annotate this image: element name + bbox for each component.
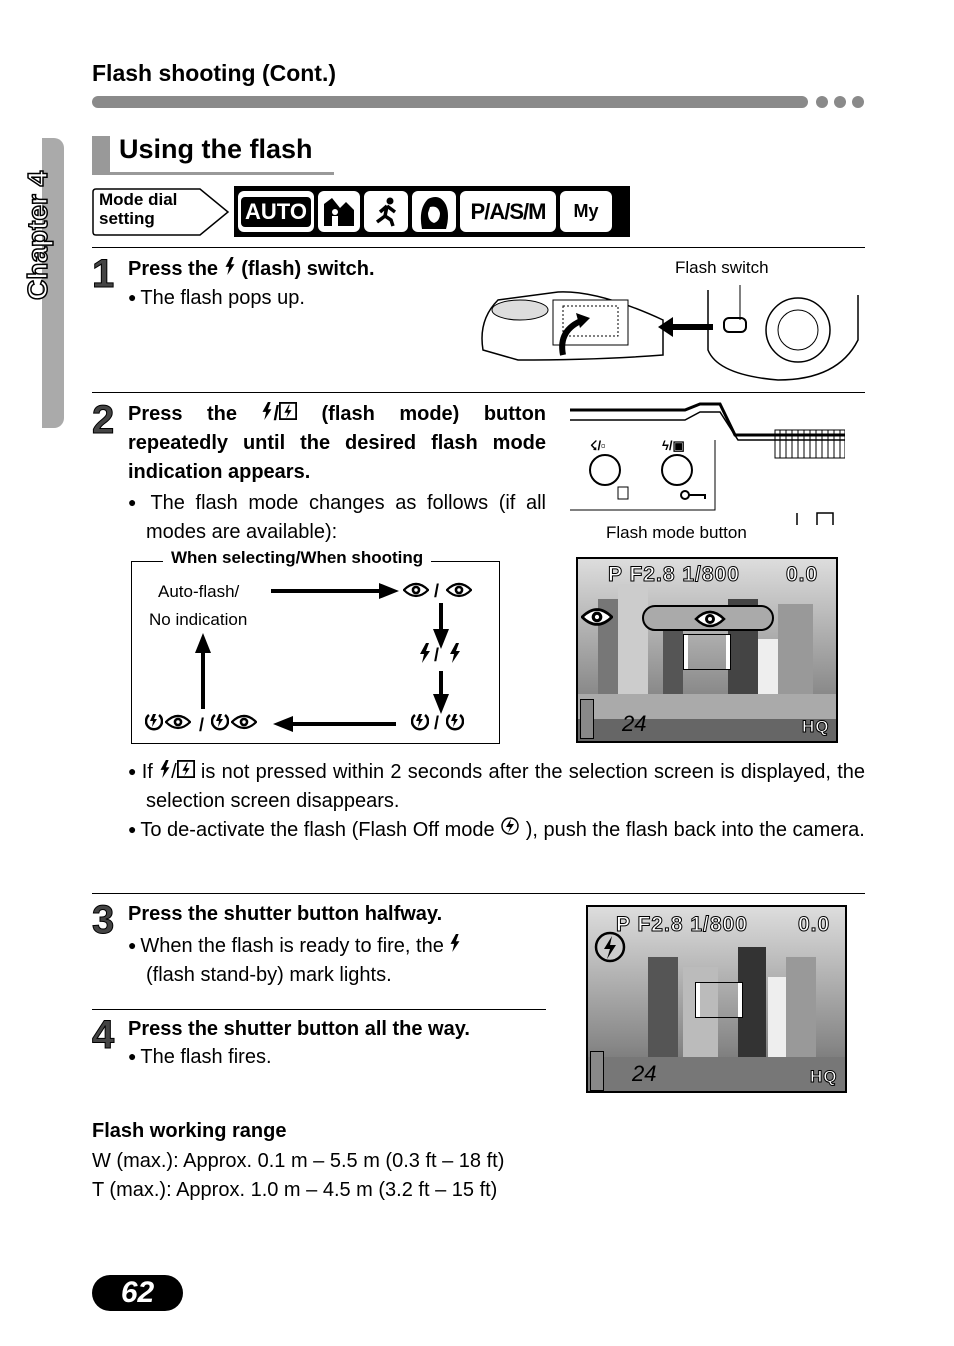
svg-text:/: / (434, 581, 439, 601)
af-target-mark (683, 634, 731, 670)
step-bullet: The flash mode changes as follows (if al… (128, 488, 546, 547)
divider (92, 247, 865, 248)
step-title: Press the shutter button all the way. (128, 1018, 470, 1040)
range-title: Flash working range (92, 1120, 287, 1142)
lcd-ev-readout: 0.0 (785, 563, 819, 587)
sports-icon (364, 191, 408, 232)
range-tele: T (max.): Approx. 1.0 m – 4.5 m (3.2 ft … (92, 1179, 498, 1201)
camera-top-illustration (481, 285, 859, 381)
step-title: Press the / (flash mode) button repeated… (128, 402, 546, 483)
lcd-screen-standby: P F2.8 1/800 0.0 24 HQ (586, 905, 847, 1093)
flash-mode-selector (642, 605, 774, 631)
step-bullet: The flash pops up. (128, 287, 305, 310)
mode-pasm: P/A/S/M (460, 191, 556, 232)
mode-my: My (560, 191, 612, 232)
mode-dial-label: Mode dial setting (99, 190, 178, 228)
svg-text:/: / (434, 713, 439, 733)
battery-icon (580, 699, 594, 739)
svg-text:/: / (199, 715, 204, 735)
lcd-quality: HQ (802, 717, 830, 737)
note-bullet: To de-activate the flash (Flash Off mode… (128, 815, 865, 845)
range-wide: W (max.): Approx. 0.1 m – 5.5 m (0.3 ft … (92, 1150, 505, 1172)
section-title: Using the flash (119, 134, 313, 164)
divider (92, 1009, 546, 1010)
page-number: 62 (92, 1275, 183, 1311)
flash-icon (224, 257, 236, 275)
portrait-icon (412, 191, 456, 232)
note-bullet: If / is not pressed within 2 seconds aft… (128, 757, 865, 816)
lcd-quality: HQ (810, 1067, 838, 1087)
svg-text:☇/▫: ☇/▫ (590, 438, 606, 453)
lcd-exposure-readout: P F2.8 1/800 (608, 563, 740, 587)
mode-dial-label-box: Mode dial setting (92, 188, 230, 236)
chapter-label: Chapter 4 (21, 170, 54, 301)
figure-label: Flash mode button (606, 523, 747, 542)
battery-icon (590, 1051, 604, 1091)
header-bar (92, 96, 808, 108)
lcd-frame-count: 24 (622, 711, 647, 736)
step-title: Press the (flash) switch. (128, 257, 375, 280)
step-number: 1 (91, 252, 115, 297)
lcd-screen-selection: P F2.8 1/800 0.0 24 HQ (576, 557, 838, 743)
red-eye-icon (581, 607, 613, 627)
divider (92, 392, 865, 393)
header-title: Flash shooting (Cont.) (92, 60, 337, 86)
flash-mode-icon (279, 402, 297, 420)
svg-text:/: / (434, 645, 439, 665)
lcd-exposure-readout: P F2.8 1/800 (616, 913, 748, 937)
flash-standby-icon (594, 931, 626, 963)
lcd-ev-readout: 0.0 (797, 913, 831, 937)
flash-off-icon (501, 817, 519, 835)
step-bullet: The flash fires. (128, 1046, 271, 1069)
section-heading: Using the flash (92, 134, 334, 175)
camera-back-illustration: ☇/▫ ϟ/▣ (570, 402, 845, 525)
mode-auto: AUTO (238, 191, 314, 232)
divider (92, 893, 865, 894)
lcd-frame-count: 24 (632, 1061, 657, 1086)
header-dot (816, 96, 828, 108)
step-number: 2 (91, 398, 115, 443)
step-number: 3 (91, 898, 115, 943)
cycle-arrows: / / / / (145, 581, 472, 735)
figure-label: Flash switch (675, 258, 769, 277)
mode-dial-icons: AUTO P/A/S/M My (234, 186, 630, 237)
svg-text:ϟ/▣: ϟ/▣ (662, 438, 685, 453)
af-target-mark (695, 982, 743, 1018)
step-bullet: When the flash is ready to fire, the (fl… (128, 931, 546, 990)
landscape-portrait-icon (318, 191, 360, 232)
header-dot (852, 96, 864, 108)
step-title: Press the shutter button halfway. (128, 903, 443, 925)
header-dot (834, 96, 846, 108)
step-number: 4 (91, 1013, 115, 1058)
